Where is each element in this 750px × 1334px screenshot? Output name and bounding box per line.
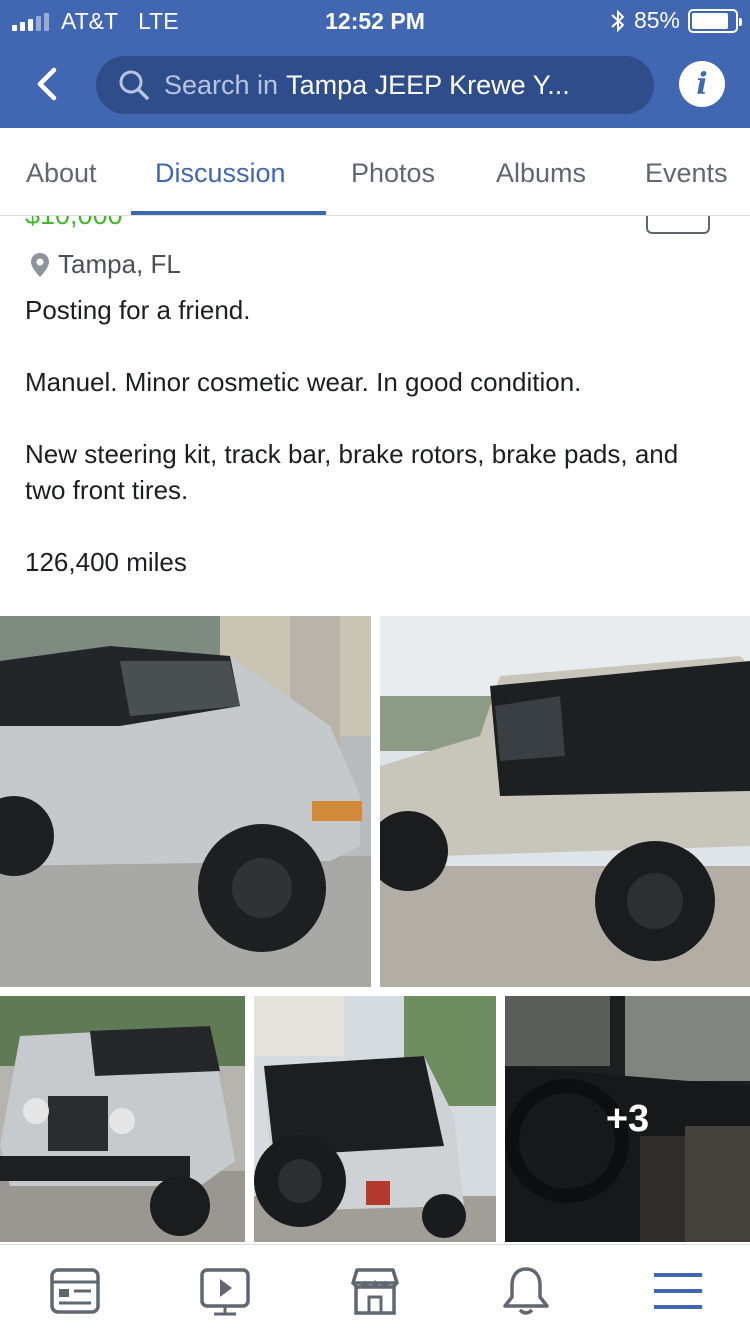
- news-feed-icon[interactable]: [49, 1265, 101, 1317]
- marketplace-icon[interactable]: [349, 1265, 401, 1317]
- group-search-input[interactable]: Search in Tampa JEEP Krewe Y...: [96, 56, 654, 114]
- bluetooth-icon: [611, 9, 625, 32]
- info-icon[interactable]: i: [679, 61, 725, 107]
- notifications-icon[interactable]: [500, 1265, 552, 1317]
- status-right: 85%: [610, 7, 742, 34]
- post-photo-5[interactable]: +3: [505, 996, 750, 1242]
- post-photo-4[interactable]: [254, 996, 496, 1242]
- listing-price: $10,000: [25, 216, 123, 231]
- tab-albums[interactable]: Albums: [496, 158, 586, 189]
- tab-discussion[interactable]: Discussion: [155, 158, 286, 189]
- bottom-tab-bar: [0, 1244, 750, 1334]
- more-photos-overlay[interactable]: +3: [505, 996, 750, 1242]
- location-text: Tampa, FL: [58, 249, 181, 279]
- tab-about[interactable]: About: [26, 158, 97, 189]
- status-bar: AT&T LTE 12:52 PM 85%: [0, 0, 750, 40]
- post-body: Posting for a friend. Manuel. Minor cosm…: [25, 292, 725, 612]
- back-arrow-icon[interactable]: [26, 62, 70, 106]
- battery-percent: 85%: [633, 7, 680, 33]
- search-icon: [119, 70, 149, 100]
- battery-icon: [688, 8, 742, 33]
- watch-icon[interactable]: [199, 1265, 251, 1317]
- post-paragraph: 126,400 miles: [25, 547, 187, 577]
- post-photo-3[interactable]: [0, 996, 245, 1242]
- post-photo-2[interactable]: [380, 616, 750, 987]
- group-tabs: About Discussion Photos Albums Events: [0, 128, 750, 216]
- battery-fill: [692, 12, 728, 29]
- app-header: AT&T LTE 12:52 PM 85% Search in Tampa JE…: [0, 0, 750, 128]
- nav-bar: Search in Tampa JEEP Krewe Y... i: [0, 50, 750, 120]
- post-paragraph: Manuel. Minor cosmetic wear. In good con…: [25, 367, 582, 397]
- search-placeholder: Search in: [164, 69, 279, 100]
- post-photo-1[interactable]: [0, 616, 371, 987]
- active-tab-indicator: [131, 211, 326, 215]
- search-group-name: Tampa JEEP Krewe Y...: [286, 69, 570, 100]
- post-paragraph: New steering kit, track bar, brake rotor…: [25, 439, 679, 505]
- post-paragraph: Posting for a friend.: [25, 295, 251, 325]
- location-pin-icon: [31, 252, 49, 277]
- listing-location: Tampa, FL: [30, 249, 181, 280]
- tab-photos[interactable]: Photos: [351, 158, 435, 189]
- sale-post: $10,000 Tampa, FL Posting for a friend. …: [0, 216, 750, 612]
- message-seller-button[interactable]: [646, 216, 710, 234]
- menu-icon[interactable]: [652, 1265, 704, 1317]
- tab-events[interactable]: Events: [645, 158, 728, 189]
